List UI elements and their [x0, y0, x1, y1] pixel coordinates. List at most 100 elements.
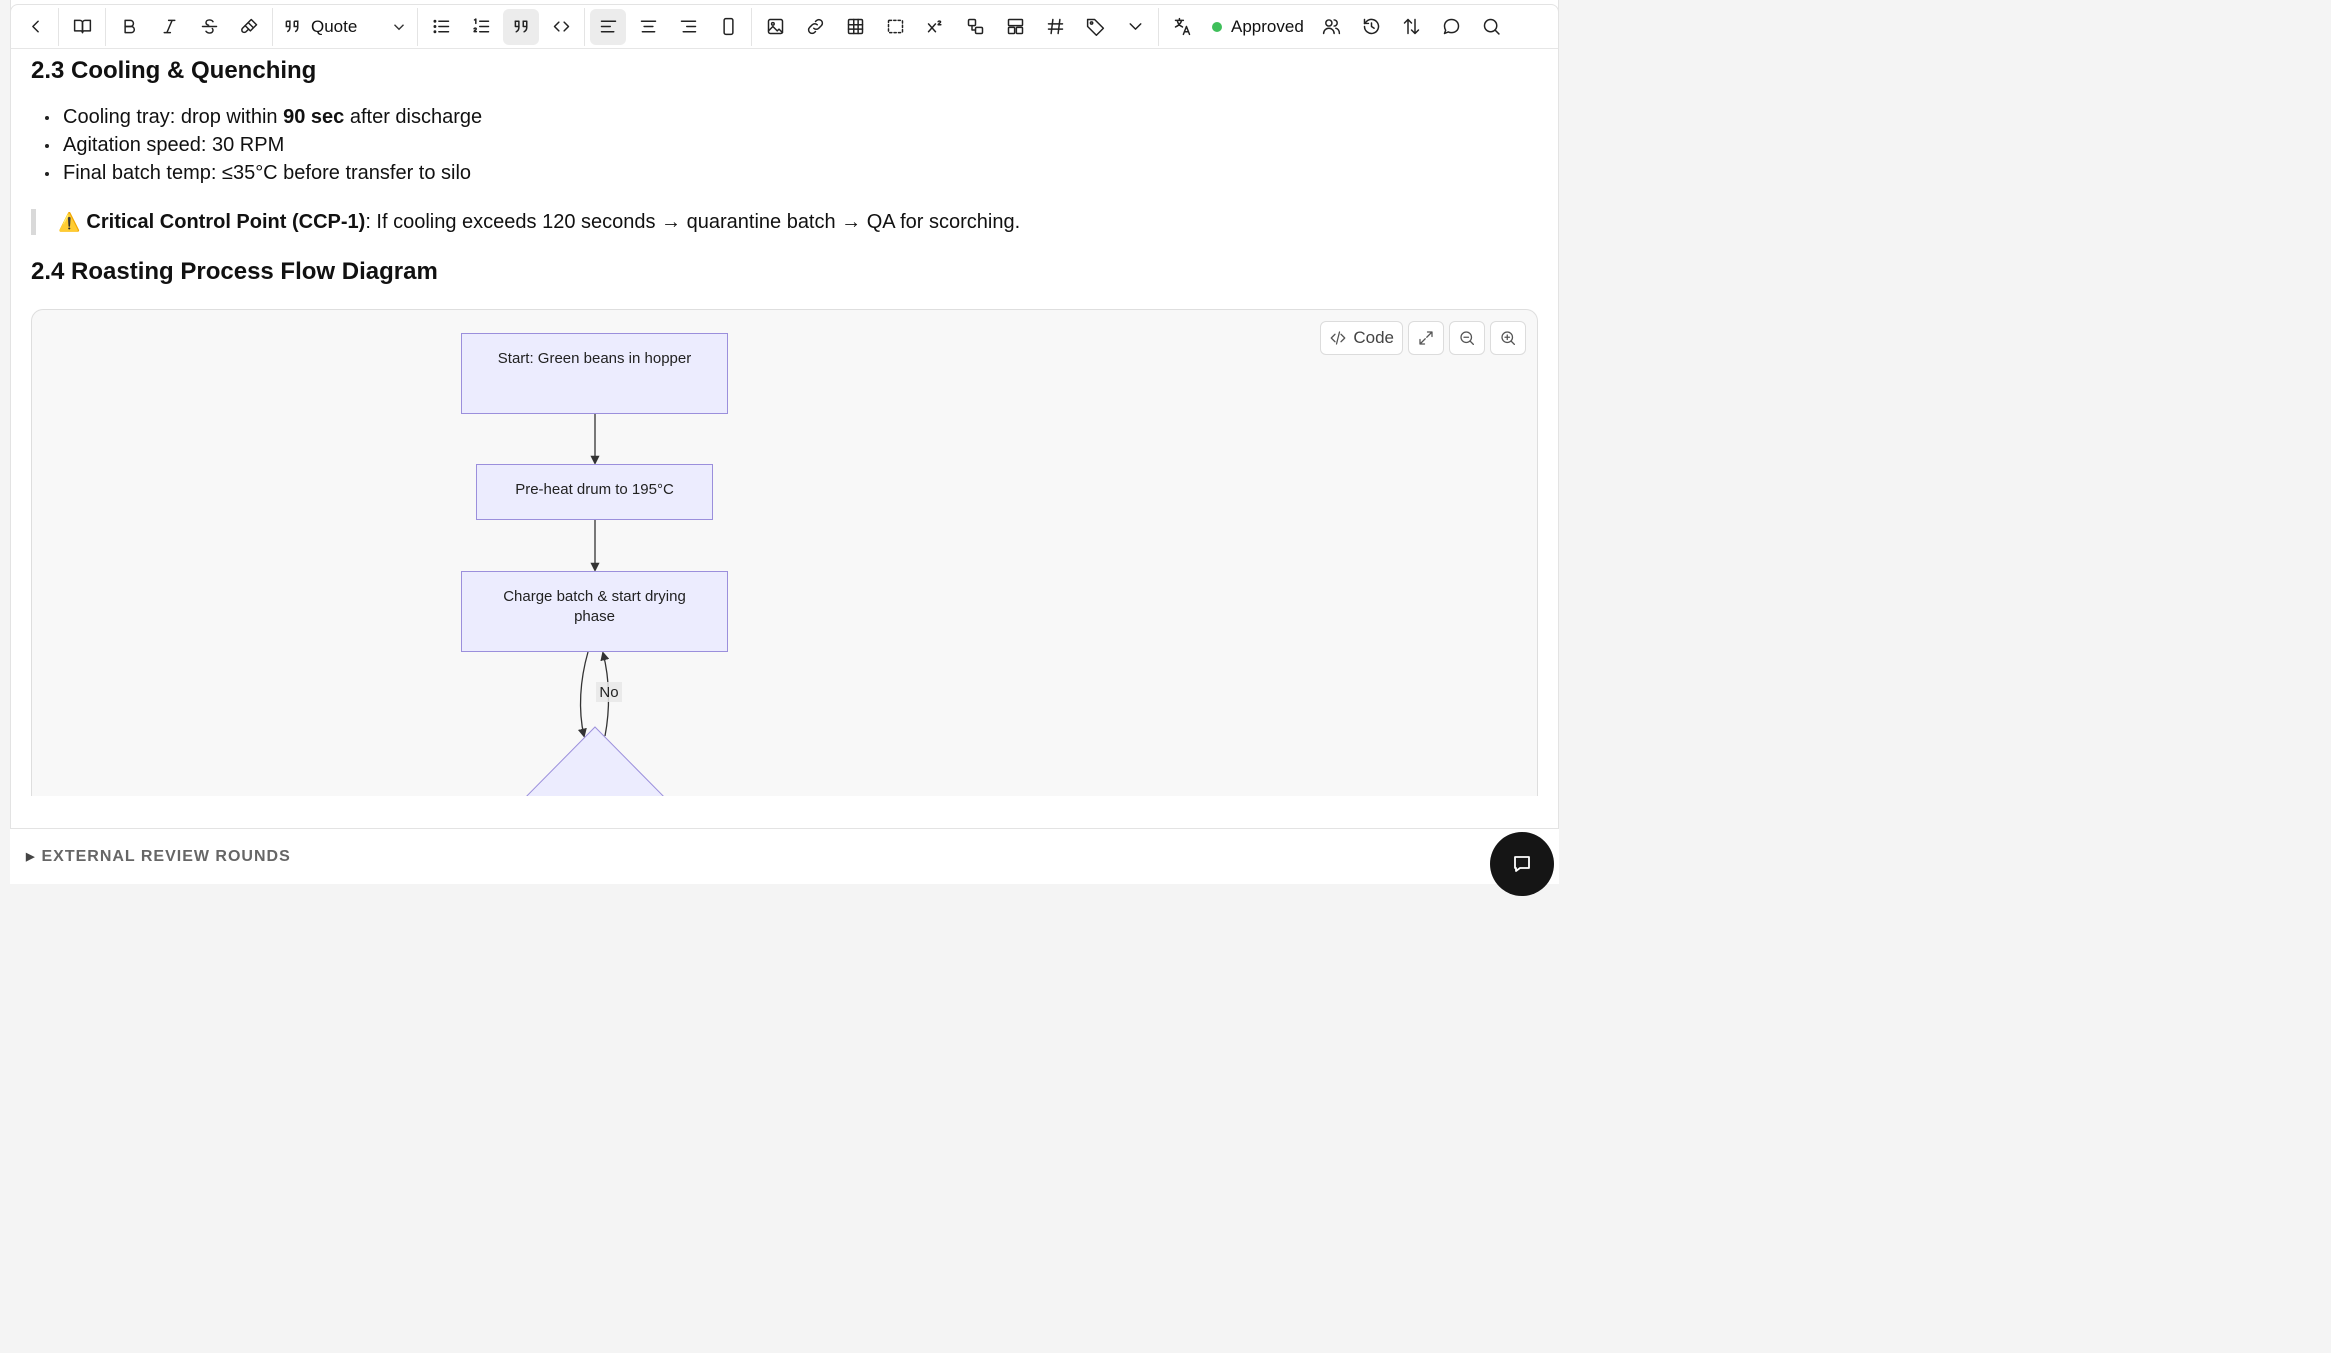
bold-button[interactable] — [111, 9, 147, 45]
tag-icon — [1086, 18, 1104, 36]
section-heading-flow: 2.4 Roasting Process Flow Diagram — [31, 258, 438, 285]
chat-button[interactable] — [1490, 832, 1554, 896]
list-item: Cooling tray: drop within 90 sec after d… — [45, 103, 482, 131]
callout-text: : If cooling exceeds 120 seconds → quara… — [365, 210, 1021, 233]
toolbar-divider — [272, 7, 273, 46]
paint-brush-icon — [240, 18, 257, 34]
edge-label-no: No — [599, 684, 618, 701]
insert-link-button[interactable] — [797, 9, 833, 45]
italic-button[interactable] — [151, 9, 187, 45]
ccp-callout: ⚠️ Critical Control Point (CCP-1) : If c… — [31, 209, 1020, 235]
bullet-bold-text: 90 sec — [283, 106, 345, 128]
strikethrough-icon — [201, 19, 217, 34]
align-center-button[interactable] — [630, 9, 666, 45]
numbered-list-button[interactable] — [463, 9, 499, 45]
node-label: Charge batch & start drying phase — [503, 588, 686, 625]
block-type-label: Quote — [311, 16, 358, 36]
layout-icon — [1007, 18, 1023, 35]
book-icon — [73, 19, 91, 34]
align-left-icon — [600, 20, 616, 33]
hash-icon — [1047, 18, 1063, 35]
chevron-left-icon — [31, 20, 39, 33]
bullet-text: after discharge — [344, 106, 483, 128]
block-type-select[interactable]: Quote — [276, 9, 414, 45]
comments-button[interactable] — [1434, 9, 1470, 45]
expand-triangle-icon: ▶ — [26, 851, 36, 863]
insert-table-button[interactable] — [837, 9, 873, 45]
italic-icon — [163, 19, 175, 34]
sort-icon — [1404, 18, 1420, 35]
sort-button[interactable] — [1394, 9, 1430, 45]
diagram-edges: No — [526, 414, 664, 796]
align-left-button[interactable] — [590, 8, 626, 45]
translate-icon — [1174, 17, 1190, 36]
align-right-button[interactable] — [670, 9, 706, 45]
toolbar-divider — [417, 7, 418, 46]
chat-icon — [1514, 856, 1530, 872]
history-icon — [1364, 18, 1380, 35]
superscript-icon — [927, 20, 942, 33]
bold-icon — [123, 19, 135, 34]
tag-button[interactable] — [1077, 9, 1113, 45]
selection-button[interactable] — [877, 9, 913, 45]
toolbar-divider — [105, 7, 106, 46]
node-label: Pre-heat drum to 195°C — [515, 481, 674, 498]
mobile-icon — [722, 17, 734, 36]
code-button[interactable] — [543, 9, 579, 45]
bullet-text: Cooling tray: drop within — [63, 106, 284, 128]
insert-image-button[interactable] — [757, 9, 793, 45]
search-button[interactable] — [1474, 9, 1510, 45]
table-icon — [847, 18, 863, 35]
bullet-text: Final batch temp: ≤35°C before transfer … — [63, 162, 472, 184]
chevron-down-icon — [394, 23, 404, 30]
toolbar-divider — [1158, 7, 1159, 46]
editor-toolbar: Quote Approved — [10, 4, 1559, 49]
align-center-icon — [640, 20, 656, 33]
flow-node-charge[interactable]: Charge batch & start drying phase — [461, 571, 728, 652]
selection-icon — [887, 19, 903, 34]
document-status[interactable]: Approved — [1212, 17, 1304, 37]
shapes-button[interactable] — [957, 9, 993, 45]
mobile-preview-button[interactable] — [710, 9, 746, 45]
heading-anchor-button[interactable] — [1037, 9, 1073, 45]
blockquote-button[interactable] — [503, 8, 539, 45]
search-icon — [1484, 18, 1500, 35]
link-icon — [807, 18, 823, 35]
status-label: Approved — [1231, 16, 1304, 36]
node-label: Start: Green beans in hopper — [497, 350, 692, 367]
chevron-down-icon — [1129, 23, 1141, 30]
quote-icon — [285, 20, 299, 33]
list-item: Agitation speed: 30 RPM — [45, 131, 482, 159]
flow-diagram[interactable]: Code No Start: Green beans in hopper Pre… — [31, 309, 1538, 796]
cooling-bullet-list: Cooling tray: drop within 90 sec after d… — [45, 103, 482, 187]
translate-button[interactable] — [1164, 9, 1200, 45]
numbered-list-icon — [472, 18, 489, 33]
external-review-rounds-toggle[interactable]: ▶ EXTERNAL REVIEW ROUNDS — [10, 828, 1559, 884]
external-review-rounds-label: EXTERNAL REVIEW ROUNDS — [41, 847, 291, 865]
bullet-list-button[interactable] — [423, 9, 459, 45]
code-icon — [553, 21, 569, 32]
back-button[interactable] — [17, 9, 53, 45]
flow-node-preheat[interactable]: Pre-heat drum to 195°C — [476, 464, 713, 520]
layout-button[interactable] — [997, 9, 1033, 45]
warning-icon: ⚠️ — [58, 211, 81, 232]
align-right-icon — [680, 20, 696, 33]
history-button[interactable] — [1354, 9, 1390, 45]
flow-node-start[interactable]: Start: Green beans in hopper — [461, 333, 728, 414]
collaborators-button[interactable] — [1314, 9, 1350, 45]
more-options-button[interactable] — [1117, 9, 1153, 45]
blockquote-icon — [514, 20, 527, 33]
decision-node — [526, 726, 664, 796]
image-icon — [767, 18, 783, 35]
format-painter-button[interactable] — [231, 9, 267, 45]
reader-mode-button[interactable] — [64, 9, 100, 45]
edge-charge-to-decision — [577, 651, 589, 738]
list-item: Final batch temp: ≤35°C before transfer … — [45, 159, 482, 187]
toolbar-divider — [584, 7, 585, 46]
users-icon — [1323, 19, 1341, 35]
section-heading-cooling: 2.3 Cooling & Quenching — [31, 57, 317, 84]
status-dot — [1212, 21, 1222, 32]
strikethrough-button[interactable] — [191, 9, 227, 45]
toolbar-divider — [58, 7, 59, 46]
superscript-button[interactable] — [917, 9, 953, 45]
